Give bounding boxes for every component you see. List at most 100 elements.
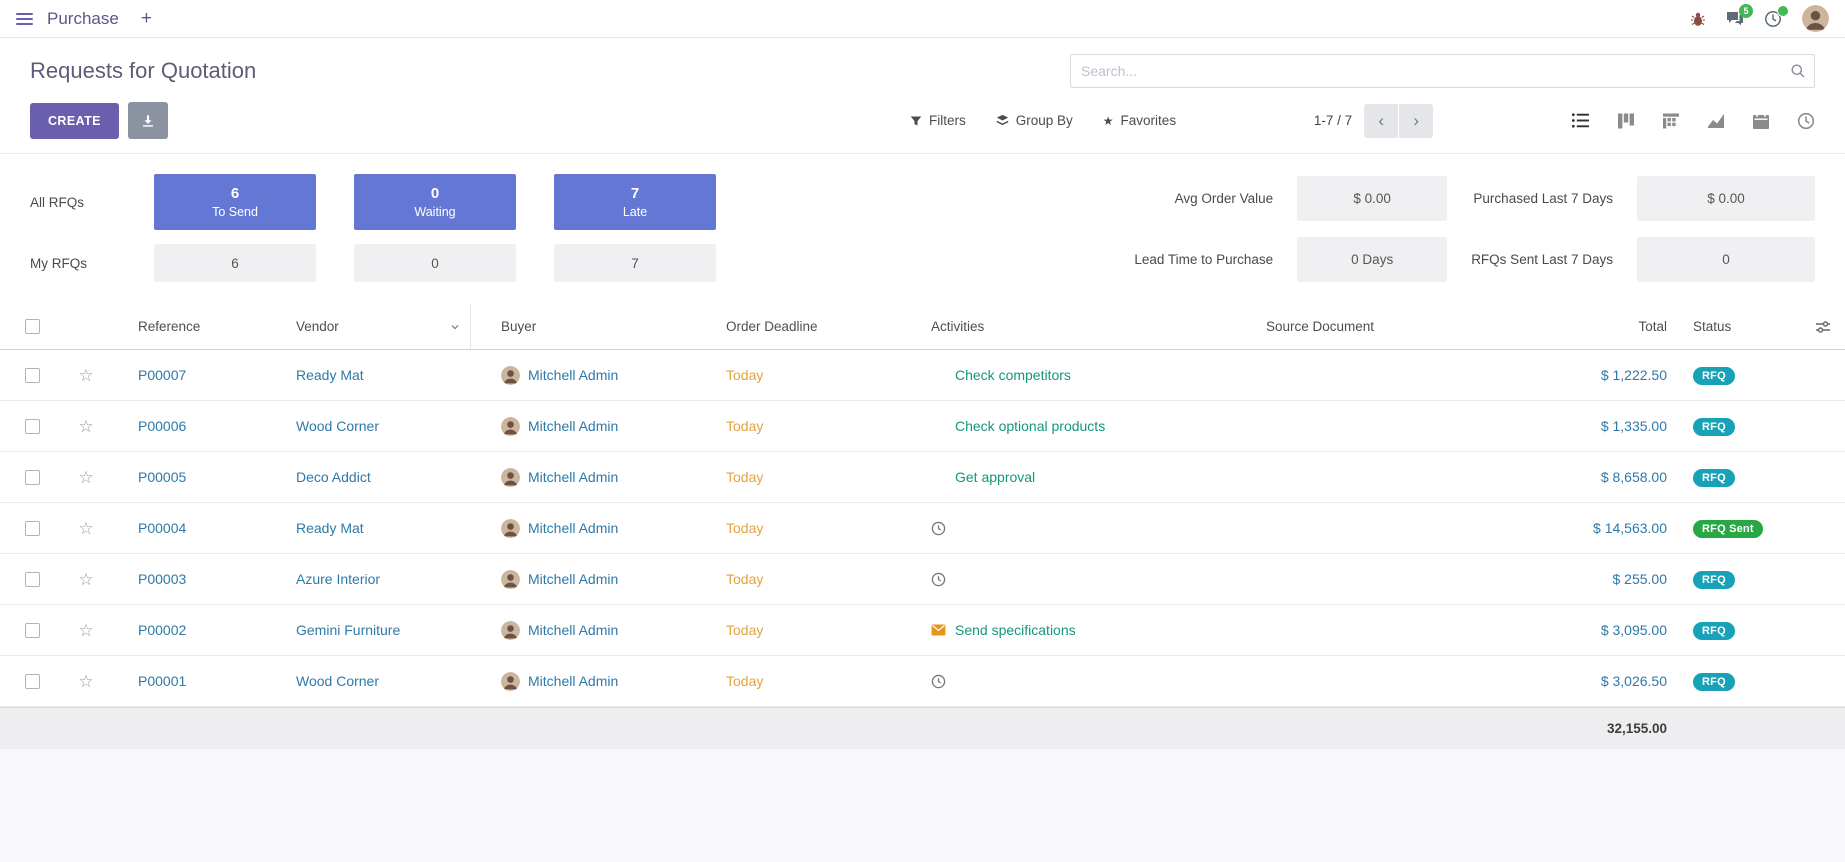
create-button[interactable]: CREATE: [30, 103, 119, 139]
row-checkbox[interactable]: [25, 419, 40, 434]
column-header-status[interactable]: Status: [1691, 319, 1801, 334]
activity-link[interactable]: Send specifications: [955, 622, 1076, 638]
filters-button[interactable]: Filters: [910, 113, 966, 128]
activity-cell[interactable]: Get approval: [901, 469, 1236, 485]
activity-cell[interactable]: Check optional products: [901, 418, 1236, 434]
vendor-link[interactable]: Wood Corner: [296, 673, 379, 689]
favorites-button[interactable]: ★ Favorites: [1103, 113, 1176, 128]
select-all-checkbox[interactable]: [25, 319, 40, 334]
reference-link[interactable]: P00005: [138, 469, 186, 485]
table-row[interactable]: ☆ P00001 Wood Corner Mitchell Admin Toda…: [0, 656, 1845, 707]
pager-previous-button[interactable]: ‹: [1364, 104, 1398, 138]
buyer-link[interactable]: Mitchell Admin: [528, 622, 618, 638]
reference-link[interactable]: P00006: [138, 418, 186, 434]
reference-link[interactable]: P00007: [138, 367, 186, 383]
table-row[interactable]: ☆ P00007 Ready Mat Mitchell Admin Today …: [0, 350, 1845, 401]
stat-value-lead-time-to-purchase[interactable]: 0 Days: [1297, 237, 1447, 282]
table-row[interactable]: ☆ P00006 Wood Corner Mitchell Admin Toda…: [0, 401, 1845, 452]
vendor-link[interactable]: Ready Mat: [296, 520, 364, 536]
search-input[interactable]: [1070, 54, 1815, 88]
apps-menu-icon[interactable]: [16, 13, 33, 25]
search-icon[interactable]: [1790, 63, 1806, 79]
activity-cell[interactable]: [901, 572, 1236, 587]
vendor-link[interactable]: Wood Corner: [296, 418, 379, 434]
vendor-link[interactable]: Deco Addict: [296, 469, 371, 485]
kanban-view-button[interactable]: [1617, 112, 1635, 130]
pager-next-button[interactable]: ›: [1399, 104, 1433, 138]
column-header-reference[interactable]: Reference: [108, 319, 266, 334]
row-checkbox[interactable]: [25, 521, 40, 536]
buyer-link[interactable]: Mitchell Admin: [528, 418, 618, 434]
app-name[interactable]: Purchase: [47, 9, 119, 29]
activity-link[interactable]: Check competitors: [955, 367, 1071, 383]
vendor-link[interactable]: Azure Interior: [296, 571, 380, 587]
column-header-order-deadline[interactable]: Order Deadline: [696, 319, 901, 334]
activity-link[interactable]: Check optional products: [955, 418, 1105, 434]
buyer-link[interactable]: Mitchell Admin: [528, 367, 618, 383]
kpi-to-send[interactable]: 6 To Send: [154, 174, 316, 230]
column-header-activities[interactable]: Activities: [901, 319, 1236, 334]
table-row[interactable]: ☆ P00004 Ready Mat Mitchell Admin Today …: [0, 503, 1845, 554]
activity-cell[interactable]: Check competitors: [901, 367, 1236, 383]
activity-list-icon[interactable]: [931, 471, 946, 484]
kpi-my-waiting[interactable]: 0: [354, 244, 516, 282]
calendar-view-button[interactable]: [1752, 112, 1770, 130]
vendor-link[interactable]: Ready Mat: [296, 367, 364, 383]
vendor-link[interactable]: Gemini Furniture: [296, 622, 400, 638]
plus-icon[interactable]: +: [141, 9, 152, 28]
reference-link[interactable]: P00001: [138, 673, 186, 689]
row-checkbox[interactable]: [25, 572, 40, 587]
activity-cell[interactable]: [901, 521, 1236, 536]
column-header-source-document[interactable]: Source Document: [1236, 319, 1521, 334]
buyer-link[interactable]: Mitchell Admin: [528, 571, 618, 587]
optional-columns-toggle[interactable]: [1801, 319, 1845, 335]
activity-cell[interactable]: Send specifications: [901, 622, 1236, 638]
graph-view-button[interactable]: [1707, 112, 1725, 130]
buyer-link[interactable]: Mitchell Admin: [528, 520, 618, 536]
activity-envelope-icon[interactable]: [931, 624, 946, 636]
debug-bug-icon[interactable]: [1690, 11, 1706, 27]
kpi-waiting[interactable]: 0 Waiting: [354, 174, 516, 230]
list-view-button[interactable]: [1571, 111, 1590, 130]
activity-clock-icon[interactable]: [931, 674, 946, 689]
row-checkbox[interactable]: [25, 368, 40, 383]
reference-link[interactable]: P00004: [138, 520, 186, 536]
activity-clock-icon[interactable]: [931, 521, 946, 536]
row-checkbox[interactable]: [25, 470, 40, 485]
activity-cell[interactable]: [901, 674, 1236, 689]
kpi-late[interactable]: 7 Late: [554, 174, 716, 230]
activity-view-button[interactable]: [1797, 112, 1815, 130]
row-checkbox[interactable]: [25, 623, 40, 638]
kpi-my-late[interactable]: 7: [554, 244, 716, 282]
favorite-star-icon[interactable]: ☆: [78, 673, 93, 690]
column-header-total[interactable]: Total: [1521, 319, 1691, 334]
row-checkbox[interactable]: [25, 674, 40, 689]
activity-list-icon[interactable]: [931, 420, 946, 433]
kpi-my-to-send[interactable]: 6: [154, 244, 316, 282]
user-avatar[interactable]: [1802, 5, 1829, 32]
table-row[interactable]: ☆ P00003 Azure Interior Mitchell Admin T…: [0, 554, 1845, 605]
stat-value-avg-order-value[interactable]: $ 0.00: [1297, 176, 1447, 221]
activities-icon[interactable]: [1764, 10, 1782, 28]
activity-list-icon[interactable]: [931, 369, 946, 382]
favorite-star-icon[interactable]: ☆: [78, 622, 93, 639]
buyer-link[interactable]: Mitchell Admin: [528, 469, 618, 485]
group-by-button[interactable]: Group By: [996, 113, 1073, 128]
stat-value-purchased-last-7-days[interactable]: $ 0.00: [1637, 176, 1815, 221]
favorite-star-icon[interactable]: ☆: [78, 469, 93, 486]
reference-link[interactable]: P00003: [138, 571, 186, 587]
table-row[interactable]: ☆ P00002 Gemini Furniture Mitchell Admin…: [0, 605, 1845, 656]
messages-icon[interactable]: 5: [1726, 10, 1744, 28]
activity-clock-icon[interactable]: [931, 572, 946, 587]
reference-link[interactable]: P00002: [138, 622, 186, 638]
activity-link[interactable]: Get approval: [955, 469, 1035, 485]
table-row[interactable]: ☆ P00005 Deco Addict Mitchell Admin Toda…: [0, 452, 1845, 503]
favorite-star-icon[interactable]: ☆: [78, 367, 93, 384]
stat-value-rfqs-sent-last-7-days[interactable]: 0: [1637, 237, 1815, 282]
export-button[interactable]: [128, 102, 168, 139]
favorite-star-icon[interactable]: ☆: [78, 520, 93, 537]
column-header-vendor[interactable]: Vendor: [266, 304, 471, 349]
column-header-buyer[interactable]: Buyer: [471, 319, 696, 334]
favorite-star-icon[interactable]: ☆: [78, 418, 93, 435]
pivot-view-button[interactable]: [1662, 112, 1680, 130]
